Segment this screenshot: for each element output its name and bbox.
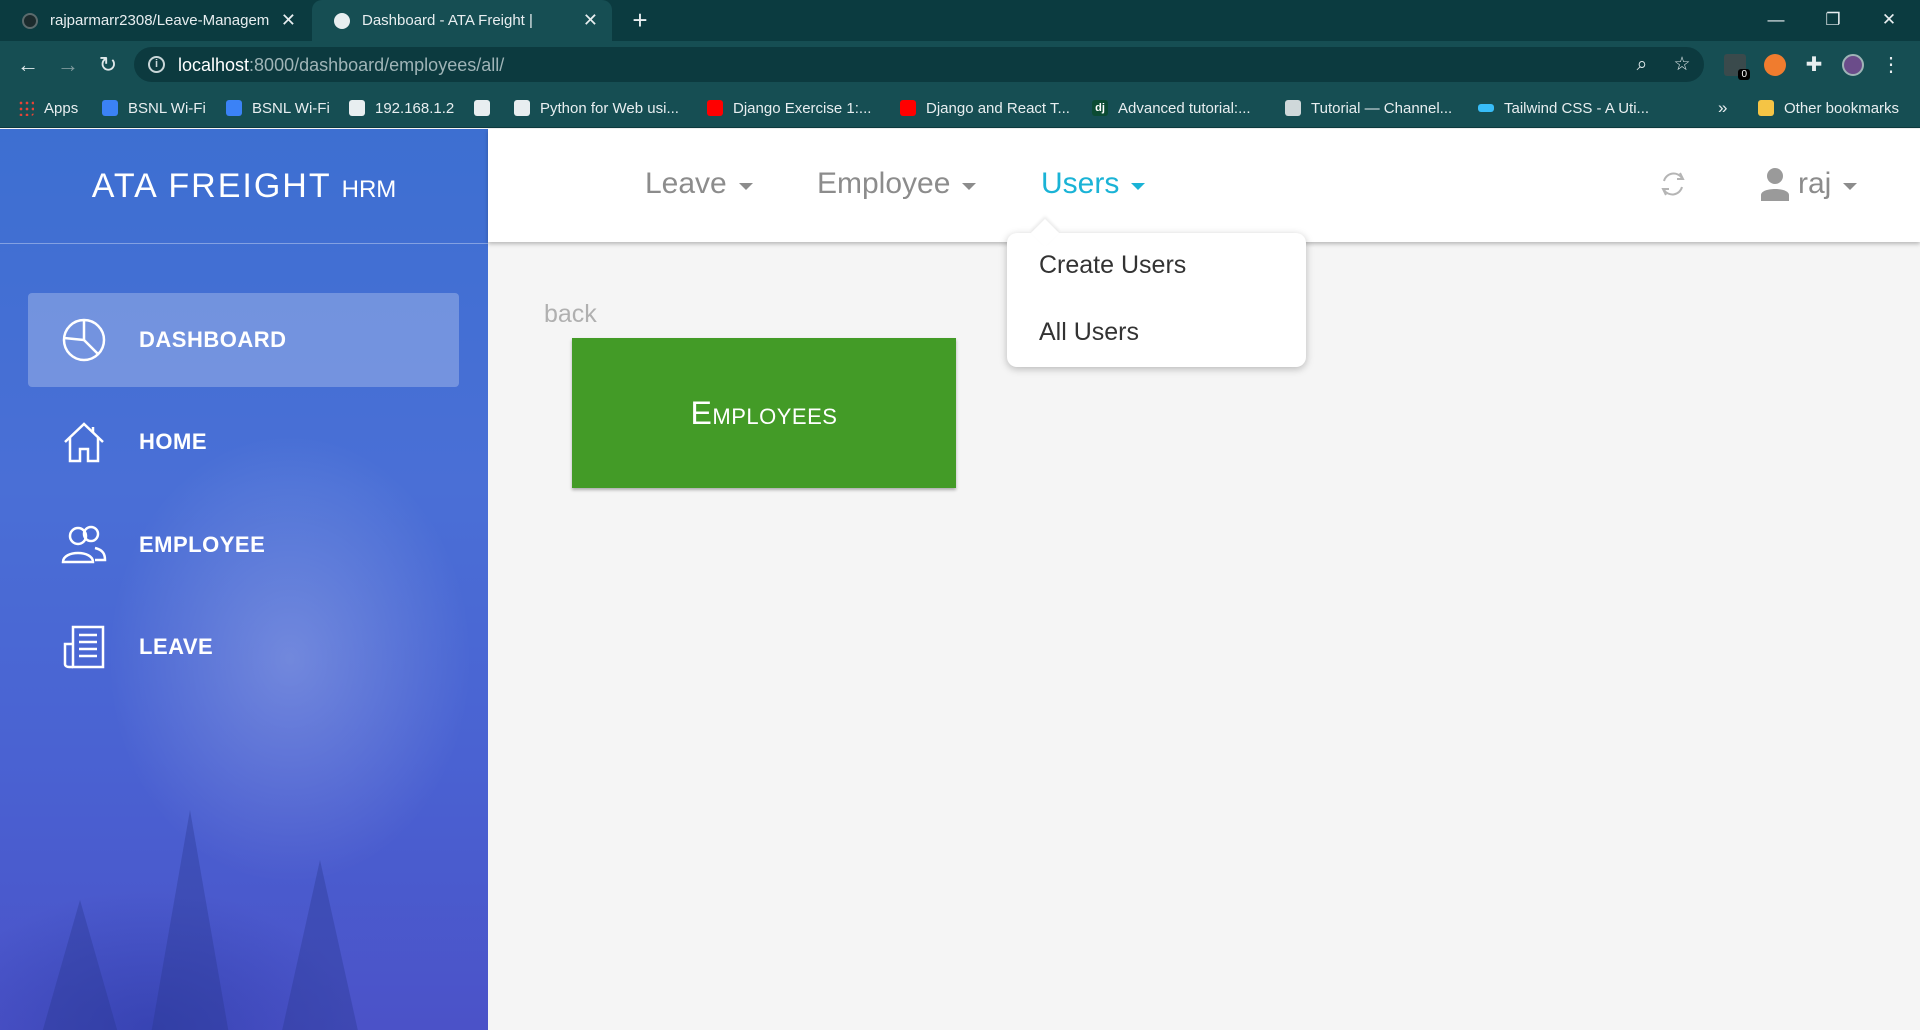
browser-tabstrip: rajparmarr2308/Leave-Managem ✕ Dashboard… xyxy=(0,0,1920,41)
globe-icon xyxy=(474,100,490,116)
other-bookmarks[interactable]: Other bookmarks xyxy=(1758,88,1899,128)
menu-employee[interactable]: Employee xyxy=(817,167,977,201)
employees-card[interactable]: Employees xyxy=(572,338,956,488)
chevron-down-icon xyxy=(962,182,977,190)
puzzle-icon[interactable]: ✚ xyxy=(1803,54,1825,76)
sidebar-item-label: DASHBOARD xyxy=(139,327,287,352)
wifi-icon xyxy=(226,100,242,116)
close-icon[interactable]: ✕ xyxy=(281,10,296,31)
extension-icon[interactable]: 0 xyxy=(1724,54,1750,80)
brand-subtitle: HRM xyxy=(341,176,397,203)
bookmarks-bar: Apps BSNL Wi-Fi BSNL Wi-Fi 192.168.1.2 P… xyxy=(0,88,1920,128)
top-navbar: Leave Employee Users raj xyxy=(488,129,1920,242)
user-icon xyxy=(1761,168,1789,201)
forward-arrow-icon[interactable]: → xyxy=(52,49,84,81)
brand-title: ATA FREIGHT xyxy=(91,166,332,205)
tab-title: rajparmarr2308/Leave-Managem xyxy=(50,12,270,29)
employees-card-label: Employees xyxy=(690,394,838,431)
extension-orange-icon[interactable] xyxy=(1764,54,1786,76)
bookmark-item[interactable]: Django Exercise 1:... xyxy=(707,88,871,128)
bookmark-item[interactable]: Django and React T... xyxy=(900,88,1070,128)
youtube-icon xyxy=(707,100,723,116)
django-icon: dj xyxy=(1092,100,1108,116)
sidebar-item-leave[interactable]: LEAVE xyxy=(28,600,459,694)
sidebar-item-home[interactable]: HOME xyxy=(28,395,459,489)
bookmark-item[interactable]: BSNL Wi-Fi xyxy=(226,88,330,128)
sidebar-item-label: LEAVE xyxy=(139,634,214,659)
back-link[interactable]: back xyxy=(544,300,597,329)
newspaper-icon xyxy=(63,625,105,669)
menu-item-create-users[interactable]: Create Users xyxy=(1039,251,1186,280)
url-path: :8000/dashboard/employees/all/ xyxy=(249,55,505,75)
youtube-icon xyxy=(900,100,916,116)
reload-icon[interactable]: ↻ xyxy=(92,49,124,81)
bookmark-item[interactable]: Tailwind CSS - A Uti... xyxy=(1478,88,1649,128)
folder-icon xyxy=(1758,100,1774,116)
star-icon[interactable]: ☆ xyxy=(1670,53,1694,77)
url-host: localhost xyxy=(178,55,250,75)
back-arrow-icon[interactable]: ← xyxy=(12,49,44,81)
decor-tree xyxy=(280,860,360,1030)
globe-icon xyxy=(349,100,365,116)
browser-tab-github[interactable]: rajparmarr2308/Leave-Managem ✕ xyxy=(0,0,310,41)
globe-icon xyxy=(514,100,530,116)
bookmark-item[interactable]: Apps xyxy=(18,88,78,128)
users-dropdown-menu: Create Users All Users xyxy=(1007,218,1306,367)
tab-title: Dashboard - ATA Freight | xyxy=(362,12,533,29)
menu-leave[interactable]: Leave xyxy=(645,167,753,201)
browser-tab-dashboard[interactable]: Dashboard - ATA Freight | ✕ xyxy=(312,0,612,41)
user-name: raj xyxy=(1798,167,1832,200)
bookmark-item[interactable]: dj Advanced tutorial:... xyxy=(1092,88,1251,128)
user-menu[interactable]: raj xyxy=(1760,167,1858,201)
bookmark-item[interactable] xyxy=(474,88,500,128)
menu-users[interactable]: Users xyxy=(1041,167,1146,201)
bookmarks-overflow-button[interactable]: » xyxy=(1718,88,1727,128)
close-window-icon[interactable]: ✕ xyxy=(1866,6,1912,34)
apps-icon xyxy=(18,100,34,116)
home-icon xyxy=(64,422,104,463)
sidebar-item-label: HOME xyxy=(139,429,207,454)
restore-icon[interactable]: ❐ xyxy=(1810,6,1856,34)
globe-icon xyxy=(334,12,350,29)
sidebar: ATA FREIGHT HRM DASHBOARD HOME EMPLOYEE … xyxy=(0,129,488,1030)
brand-logo[interactable]: ATA FREIGHT HRM xyxy=(0,129,488,244)
chevron-down-icon xyxy=(1131,182,1146,190)
bookmark-item[interactable]: 192.168.1.2 xyxy=(349,88,454,128)
address-bar[interactable]: i localhost:8000/dashboard/employees/all… xyxy=(134,47,1704,82)
bookmark-item[interactable]: Python for Web usi... xyxy=(514,88,679,128)
sidebar-item-dashboard[interactable]: DASHBOARD xyxy=(28,293,459,387)
info-icon[interactable]: i xyxy=(148,56,165,73)
profile-avatar[interactable] xyxy=(1842,54,1864,76)
sidebar-item-label: EMPLOYEE xyxy=(139,532,266,557)
github-icon xyxy=(22,12,38,29)
extension-badge: 0 xyxy=(1738,69,1750,80)
bookmark-item[interactable]: BSNL Wi-Fi xyxy=(102,88,206,128)
url-text[interactable]: localhost:8000/dashboard/employees/all/ xyxy=(178,55,504,76)
chevron-down-icon xyxy=(738,182,753,190)
sidebar-item-employee[interactable]: EMPLOYEE xyxy=(28,498,459,592)
menu-item-all-users[interactable]: All Users xyxy=(1039,318,1139,347)
decor-tree xyxy=(150,810,230,1030)
tailwind-icon xyxy=(1478,104,1494,112)
pie-chart-icon xyxy=(62,318,106,362)
minimize-icon[interactable]: — xyxy=(1753,6,1799,34)
users-icon xyxy=(61,525,107,564)
bookmark-item[interactable]: Tutorial — Channel... xyxy=(1285,88,1452,128)
more-menu-icon[interactable]: ⋮ xyxy=(1880,54,1902,76)
refresh-icon[interactable] xyxy=(1658,169,1688,199)
zoom-icon[interactable]: ⌕ xyxy=(1630,53,1654,77)
close-icon[interactable]: ✕ xyxy=(583,10,598,31)
decor-tree xyxy=(40,900,120,1030)
doc-icon xyxy=(1285,100,1301,116)
wifi-icon xyxy=(102,100,118,116)
browser-toolbar: ← → ↻ i localhost:8000/dashboard/employe… xyxy=(0,41,1920,88)
chevron-down-icon xyxy=(1843,182,1858,190)
new-tab-button[interactable]: + xyxy=(624,4,656,36)
